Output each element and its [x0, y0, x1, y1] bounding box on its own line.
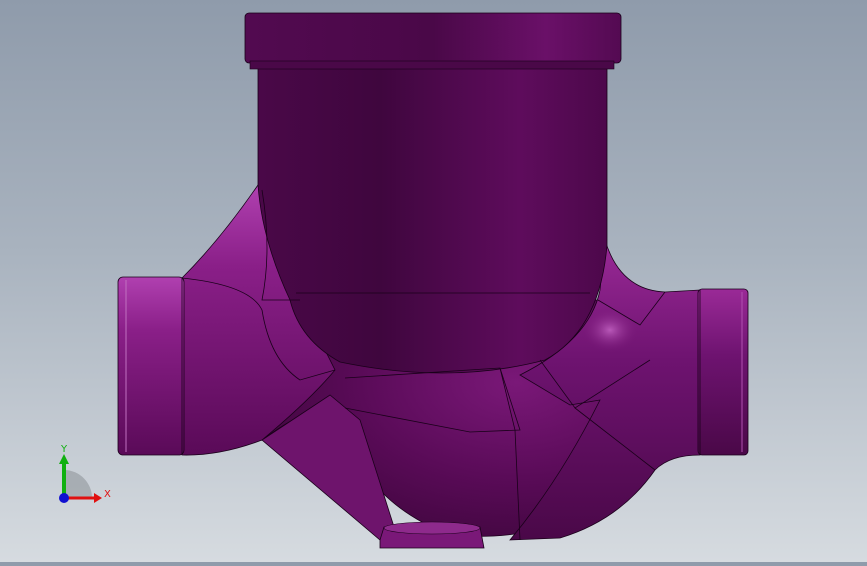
y-axis-label: Y	[60, 444, 68, 455]
valve-body-model[interactable]	[0, 0, 867, 562]
cylinder-body	[257, 65, 608, 374]
top-flange	[244, 12, 622, 64]
x-axis-label: X	[104, 489, 111, 500]
coordinate-triad: Y X	[59, 444, 111, 503]
right-pipe-end	[697, 288, 749, 456]
z-axis-dot	[59, 493, 69, 503]
flange-lip	[249, 60, 615, 70]
left-pipe-end	[117, 276, 185, 456]
graphics-viewport[interactable]: Y X	[0, 0, 867, 562]
